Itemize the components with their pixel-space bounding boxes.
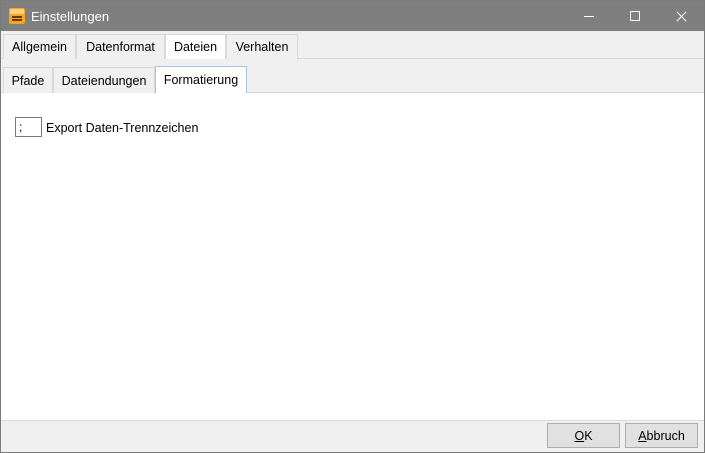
minimize-button[interactable] [566,1,612,31]
main-tab-bar: Allgemein Datenformat Dateien Verhalten [1,31,704,60]
separator-input[interactable] [15,117,42,137]
tab-allgemein[interactable]: Allgemein [3,34,76,59]
tab-verhalten[interactable]: Verhalten [226,34,298,59]
sub-tab-bar: Pfade Dateiendungen Formatierung [1,59,704,94]
tab-datenformat[interactable]: Datenformat [76,34,165,59]
window-title: Einstellungen [31,9,110,24]
tab-dateien[interactable]: Dateien [165,34,226,60]
ok-button[interactable]: OK [547,423,620,448]
ok-mnemonic: O [574,429,585,443]
tab-pfade[interactable]: Pfade [3,67,53,93]
close-button[interactable] [658,1,704,31]
cancel-button[interactable]: Abbruch [625,423,698,448]
formatierung-panel: Export Daten-Trennzeichen [1,93,704,420]
tab-dateiendungen[interactable]: Dateiendungen [53,67,155,93]
app-icon [9,8,25,24]
separator-label: Export Daten-Trennzeichen [46,121,199,135]
maximize-icon [630,11,640,21]
tab-formatierung[interactable]: Formatierung [155,66,247,94]
settings-dialog: Einstellungen Allgemein Datenformat Date… [0,0,705,453]
title-bar[interactable]: Einstellungen [1,1,704,31]
maximize-button[interactable] [612,1,658,31]
cancel-label-rest: bbruch [646,429,685,443]
cancel-mnemonic: A [638,429,647,443]
dialog-footer: OK Abbruch [1,420,704,452]
ok-label-rest: K [584,429,593,443]
minimize-icon [584,16,594,17]
